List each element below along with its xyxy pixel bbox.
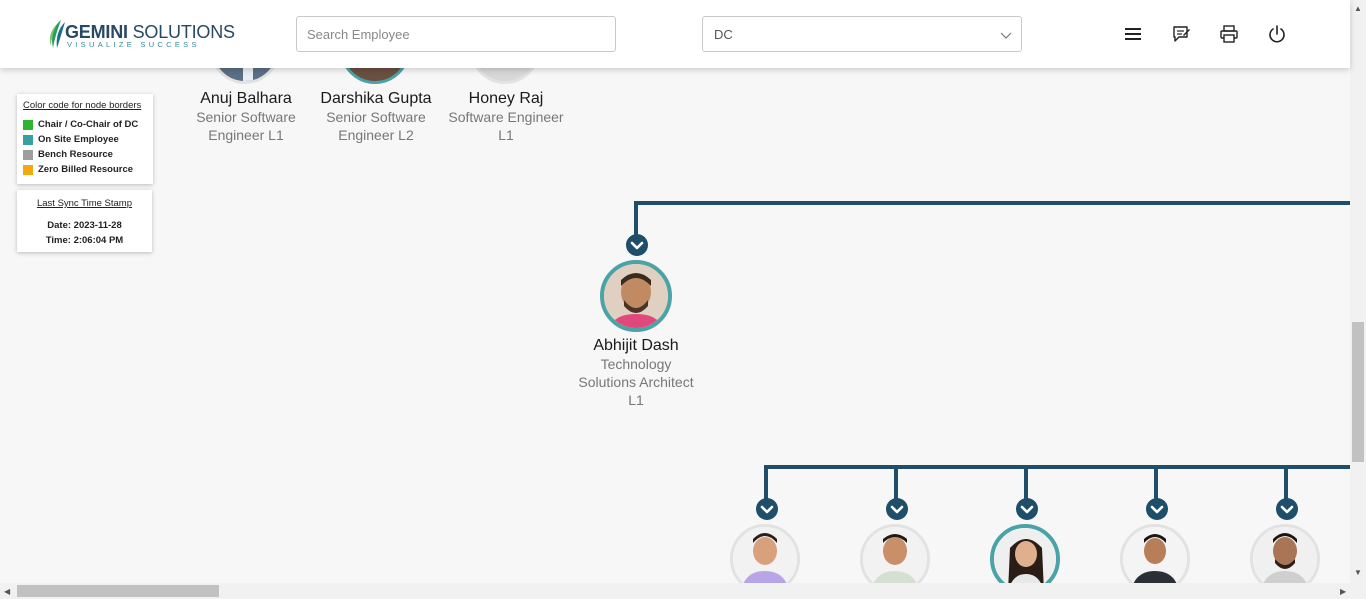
avatar-child-3[interactable] — [990, 524, 1060, 583]
sync-time: Time: 2:06:04 PM — [45, 235, 124, 246]
connector-line — [1024, 465, 1028, 501]
app-header: GEMINI SOLUTIONS VISUALIZE SUCCESS DC — [0, 0, 1350, 68]
leaf-logo-icon — [49, 20, 65, 48]
legend-swatch-grey — [23, 149, 33, 160]
avatar-child-1[interactable] — [730, 524, 800, 583]
legend-swatch-orange — [23, 164, 33, 175]
scroll-right-arrow[interactable]: ▶ — [1340, 587, 1346, 597]
legend-item: Bench Resource — [23, 147, 153, 162]
legend-item: Zero Billed Resource — [23, 162, 153, 177]
vertical-scrollbar[interactable] — [1350, 0, 1366, 583]
scroll-left-arrow[interactable]: ◀ — [4, 587, 10, 597]
sync-date: Date: 2023-11-28 — [47, 220, 122, 231]
horizontal-scrollbar-thumb[interactable] — [17, 585, 219, 597]
print-icon[interactable] — [1219, 24, 1239, 44]
vertical-scrollbar-thumb[interactable] — [1352, 322, 1364, 462]
search-employee-input[interactable] — [296, 16, 616, 52]
employee-name: Anuj Balhara — [200, 90, 292, 107]
connector-line — [634, 201, 638, 237]
avatar-child-4[interactable] — [1120, 524, 1190, 583]
org-chart[interactable]: Anuj Balhara Senior Software Engineer L1… — [0, 0, 1350, 583]
chevron-down-icon[interactable] — [1146, 498, 1168, 520]
chevron-down-icon[interactable] — [626, 234, 648, 256]
connector-line — [764, 465, 1350, 469]
legend-swatch-teal — [23, 134, 33, 145]
company-logo[interactable]: GEMINI SOLUTIONS VISUALIZE SUCCESS — [47, 18, 235, 52]
employee-name: Honey Raj — [468, 90, 544, 107]
focused-employee-name: Abhijit Dash — [593, 337, 679, 354]
avatar-child-5[interactable] — [1250, 524, 1320, 583]
employee-role: Senior Software Engineer L1 — [196, 109, 296, 143]
avatar-abhijit-dash[interactable] — [600, 260, 672, 332]
chevron-down-icon[interactable] — [1276, 498, 1298, 520]
connector-line — [894, 465, 898, 501]
power-icon[interactable] — [1267, 24, 1287, 44]
employee-name: Darshika Gupta — [320, 90, 432, 107]
legend-title: Color code for node borders — [23, 100, 142, 111]
scroll-up-arrow[interactable]: ▲ — [1354, 4, 1362, 14]
last-sync-panel: Last Sync Time Stamp Date: 2023-11-28 Ti… — [17, 190, 152, 252]
chevron-down-icon[interactable] — [886, 498, 908, 520]
connector-line — [1284, 465, 1288, 501]
employee-role: Software Engineer L1 — [448, 109, 564, 143]
avatar-child-2[interactable] — [860, 524, 930, 583]
node-border-legend: Color code for node borders Chair / Co-C… — [17, 94, 153, 184]
connector-line — [1154, 465, 1158, 501]
chevron-down-icon — [1000, 32, 1012, 39]
chevron-down-icon[interactable] — [756, 498, 778, 520]
legend-swatch-green — [23, 119, 33, 130]
feedback-icon[interactable] — [1171, 24, 1191, 44]
chevron-down-icon[interactable] — [1016, 498, 1038, 520]
department-select[interactable]: DC — [702, 16, 1022, 52]
scroll-down-arrow[interactable]: ▼ — [1354, 568, 1362, 578]
connector-line — [764, 465, 768, 501]
menu-icon[interactable] — [1123, 24, 1143, 44]
legend-item: Chair / Co-Chair of DC — [23, 117, 153, 132]
department-selected-value: DC — [714, 27, 733, 42]
sync-title: Last Sync Time Stamp — [36, 198, 133, 209]
logo-tagline: VISUALIZE SUCCESS — [67, 40, 200, 49]
employee-role: Senior Software Engineer L2 — [326, 109, 426, 143]
legend-item: On Site Employee — [23, 132, 153, 147]
connector-line — [634, 201, 1350, 205]
focused-employee-role: Technology Solutions Architect L1 — [578, 356, 694, 408]
